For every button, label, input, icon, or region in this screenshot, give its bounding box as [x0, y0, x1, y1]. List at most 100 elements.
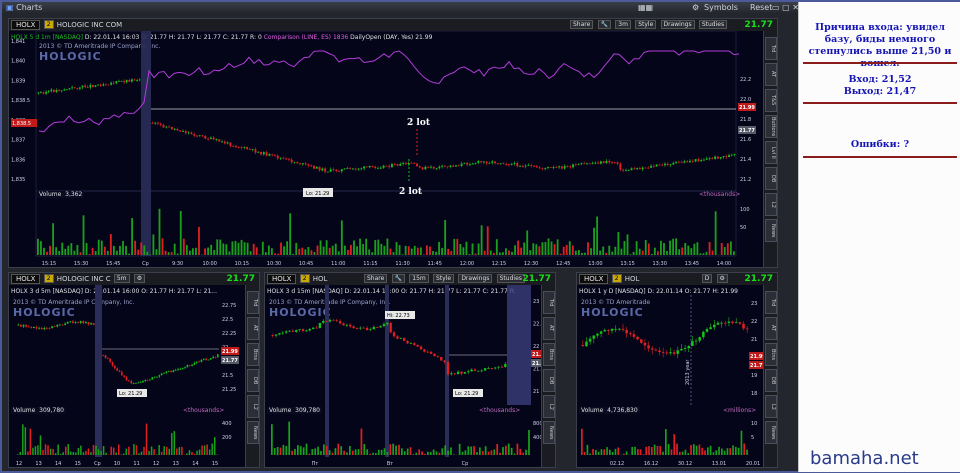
- wrench-icon[interactable]: 🔧: [597, 20, 612, 29]
- right-axis-label: 23: [533, 299, 539, 305]
- side-tab-l2[interactable]: L2: [765, 193, 777, 216]
- studies-button[interactable]: Studies: [698, 20, 728, 29]
- volume-bar: [153, 449, 155, 455]
- candle: [130, 79, 133, 82]
- side-tab-at[interactable]: AT: [765, 317, 777, 340]
- side-tab-btns[interactable]: Btns: [247, 343, 259, 366]
- side-tab-news[interactable]: News: [765, 421, 777, 444]
- volume-bar: [152, 234, 155, 255]
- link-badge[interactable]: 2: [299, 274, 310, 283]
- side-tab-l2[interactable]: L2: [247, 395, 259, 418]
- link-badge[interactable]: 2: [43, 274, 54, 283]
- symbol-input[interactable]: HOLX: [267, 274, 297, 284]
- volume-bar: [380, 243, 383, 255]
- candle: [379, 167, 382, 169]
- volume-bar: [389, 444, 392, 455]
- side-tab-news[interactable]: News: [543, 421, 555, 444]
- timeframe-button[interactable]: D: [701, 274, 713, 283]
- side-tab-l2[interactable]: L2: [765, 395, 777, 418]
- side-tab-trd[interactable]: Trd: [765, 291, 777, 314]
- candle: [488, 162, 491, 164]
- volume-bar: [173, 431, 176, 455]
- volume-bar: [325, 240, 328, 255]
- candle: [596, 333, 599, 336]
- side-tab-btns[interactable]: Btns: [765, 343, 777, 366]
- window-title: Charts: [16, 3, 43, 12]
- link-badge[interactable]: 2: [611, 274, 622, 283]
- volume-bar: [642, 454, 645, 455]
- candle: [287, 158, 290, 160]
- symbol-input[interactable]: HOLX: [11, 20, 41, 30]
- side-tab-trd[interactable]: Trd: [543, 291, 555, 314]
- studies-button[interactable]: Studies: [496, 274, 525, 283]
- entry-annotation: 2 lot: [407, 118, 431, 128]
- time-axis-label: 12:15: [492, 261, 506, 267]
- candle: [209, 137, 212, 139]
- volume-bar: [305, 443, 308, 455]
- reset-button[interactable]: Reset: [750, 2, 772, 14]
- side-tab-at[interactable]: AT: [765, 63, 777, 86]
- side-tab-db[interactable]: DB: [765, 369, 777, 392]
- gear-icon[interactable]: ⚙: [692, 2, 699, 14]
- side-tab-at[interactable]: AT: [543, 317, 555, 340]
- side-tab-lvlii[interactable]: Lvl II: [765, 141, 777, 164]
- candle: [663, 163, 666, 166]
- panel-15m-canvas[interactable]: Hi: 22.73 Lo: 21.29 23 22.5 22 21.5 21 21.99 21.…: [265, 285, 541, 468]
- side-tab-db[interactable]: DB: [765, 167, 777, 190]
- volume-axis-label: 100: [740, 207, 750, 213]
- panel-5m-canvas[interactable]: Lo: 21.2922.7522.522.252221.7521.521.252…: [9, 285, 245, 468]
- candle: [142, 381, 144, 383]
- volume-bar: [656, 446, 659, 455]
- candle: [156, 376, 158, 378]
- candle: [435, 168, 438, 169]
- side-tab-btns[interactable]: Btns: [543, 343, 555, 366]
- side-tab-at[interactable]: AT: [247, 317, 259, 340]
- left-axis-label: 1,839: [11, 78, 25, 84]
- panel-daily-canvas[interactable]: 2013 year23222120191821.9921.7710502.121…: [577, 285, 763, 468]
- volume-axis-label: 10: [751, 421, 757, 427]
- style-button[interactable]: Style: [635, 20, 657, 29]
- wrench-icon[interactable]: 🔧: [391, 274, 406, 283]
- side-tab-trd[interactable]: Trd: [765, 37, 777, 60]
- timeframe-button[interactable]: 15m: [409, 274, 429, 283]
- symbol-input[interactable]: HOLX: [579, 274, 609, 284]
- side-tab-db[interactable]: DB: [247, 369, 259, 392]
- candle: [202, 358, 205, 360]
- symbol-input[interactable]: HOLX: [11, 274, 41, 284]
- volume-bar: [325, 445, 328, 455]
- timeframe-button[interactable]: 5m: [113, 274, 130, 283]
- side-tab-news[interactable]: News: [765, 219, 777, 242]
- volume-bar: [426, 245, 428, 255]
- side-tab-db[interactable]: DB: [543, 369, 555, 392]
- share-button[interactable]: Share: [570, 20, 594, 29]
- volume-bar: [743, 443, 746, 455]
- main-chart-canvas[interactable]: 2 lot 2 lot Lo: 21.29 1,841 1,840 1,839 1,838.…: [9, 31, 761, 268]
- settings-icon[interactable]: ⚙: [133, 274, 146, 283]
- candle: [111, 361, 114, 366]
- window-controls[interactable]: ▭ ▢ ✕: [772, 2, 799, 14]
- candle: [310, 165, 313, 167]
- settings-icon[interactable]: ⚙: [716, 274, 728, 283]
- volume-bar: [40, 241, 42, 255]
- high-label: Hi: 22.73: [387, 313, 410, 319]
- candle: [633, 168, 636, 170]
- link-badge[interactable]: 2: [43, 20, 54, 29]
- side-tab-news[interactable]: News: [247, 421, 259, 444]
- side-tab-ts[interactable]: T&S: [765, 89, 777, 112]
- timeframe-button[interactable]: 3m: [615, 20, 631, 29]
- volume-bar: [544, 241, 547, 255]
- volume-bar: [377, 449, 380, 455]
- candle: [496, 163, 499, 164]
- volume-bar: [383, 448, 386, 455]
- drawings-button[interactable]: Drawings: [660, 20, 695, 29]
- drawings-button[interactable]: Drawings: [458, 274, 493, 283]
- side-tab-l2[interactable]: L2: [543, 395, 555, 418]
- volume-axis-label: 5: [751, 435, 754, 441]
- symbols-button[interactable]: Symbols: [704, 2, 738, 14]
- side-tab-trd[interactable]: Trd: [247, 291, 259, 314]
- style-button[interactable]: Style: [433, 274, 455, 283]
- side-tab-buttons[interactable]: Buttons: [765, 115, 777, 138]
- share-button[interactable]: Share: [364, 274, 388, 283]
- layout-grid-button[interactable]: ▦▦: [638, 2, 653, 14]
- candle: [360, 168, 363, 170]
